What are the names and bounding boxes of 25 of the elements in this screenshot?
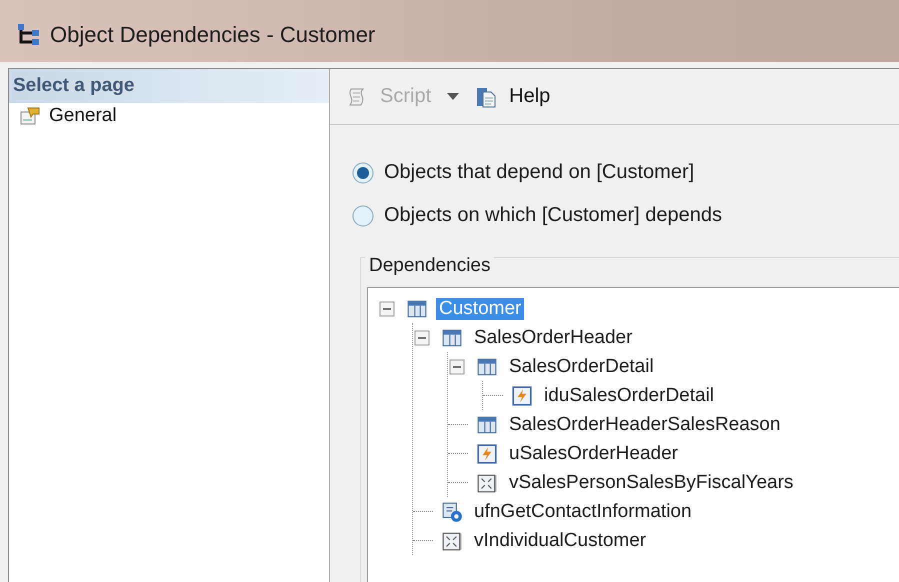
radio-label: Objects on which [Customer] depends <box>384 204 722 227</box>
lightning-icon <box>511 384 533 406</box>
radio-option[interactable]: Objects that depend on [Customer] <box>352 161 899 184</box>
radio-button[interactable] <box>352 204 374 226</box>
tree-item[interactable]: vIndividualCustomer <box>471 530 650 552</box>
sidebar-item[interactable]: General <box>9 103 329 129</box>
group-title: Dependencies <box>365 255 494 277</box>
tree-item[interactable]: SalesOrderHeaderSalesReason <box>506 414 784 436</box>
radio-option[interactable]: Objects on which [Customer] depends <box>352 204 899 227</box>
radio-button[interactable] <box>352 162 374 184</box>
tree-item[interactable]: ufnGetContactInformation <box>471 500 695 522</box>
tree-item[interactable]: iduSalesOrderDetail <box>541 384 718 406</box>
function-icon <box>441 500 463 522</box>
tree-item[interactable]: uSalesOrderHeader <box>506 442 681 464</box>
tree-item[interactable]: SalesOrderHeader <box>471 326 636 348</box>
tree-item[interactable]: vSalesPersonSalesByFiscalYears <box>506 472 796 494</box>
toolbar-button[interactable]: Help <box>473 83 552 110</box>
window-title: Object Dependencies - Customer <box>50 22 376 48</box>
radio-label: Objects that depend on [Customer] <box>384 161 694 184</box>
tree-item[interactable]: SalesOrderDetail <box>506 356 657 378</box>
sidebar-header: Select a page <box>9 69 329 103</box>
dependency-icon <box>16 22 42 48</box>
properties-icon <box>19 106 41 126</box>
document-icon <box>475 86 498 108</box>
lightning-icon <box>476 442 498 464</box>
